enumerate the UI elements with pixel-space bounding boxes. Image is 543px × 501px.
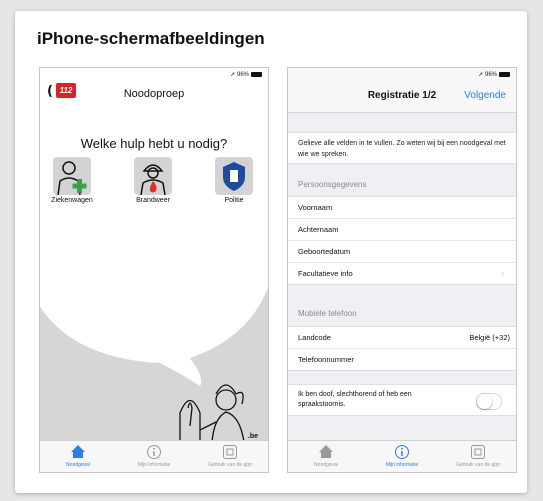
service-label: Brandweer [136,197,170,204]
deaf-option-row: Ik ben doof, slechthorend of heb een spr… [288,384,516,416]
tab-emergency[interactable]: Noodgeval [288,444,364,468]
tab-my-info[interactable]: Mijn informatie [116,444,192,468]
service-fire[interactable]: Brandweer [123,157,183,204]
tab-label: Mijn informatie [137,462,171,468]
brand-be: .be [247,433,258,440]
ambulance-person-icon [53,157,91,195]
personal-fields-group: Voornaam Achternaam Geboortedatum Facult… [288,196,516,285]
tab-app-usage[interactable]: Gebruik van de app [440,444,516,468]
row-label: Facultatieve info [298,269,353,278]
info-icon [116,444,192,461]
chevron-right-icon: › [501,268,504,278]
battery-icon [251,71,262,77]
section-header-personal: Persoonsgegevens [298,180,367,189]
service-ambulance[interactable]: Ziekenwagen [42,157,102,204]
screenshots-card: iPhone-schermafbeeldingen ➚ 96% ( 112 No… [15,11,527,493]
page-heading: iPhone-schermafbeeldingen [37,29,265,48]
service-label: Politie [224,197,244,204]
firefighter-icon [134,157,172,195]
field-first-name[interactable]: Voornaam [288,197,516,219]
tab-label: Gebruik van de app [456,462,500,468]
screen-title: Noodoproep [123,88,185,100]
status-text: ➚ 96% [230,72,249,78]
mobile-fields-group: Landcode België (+32) Telefoonnummer [288,326,516,371]
speech-bubble-illustration [40,208,268,443]
tab-label: Noodgeval [314,462,338,468]
phone-screen-emergency: ➚ 96% ( 112 Noodoproep Welke hulp hebt u… [39,67,269,473]
deaf-toggle[interactable] [476,393,502,410]
phone-usage-icon [192,444,268,461]
help-question: Welke hulp hebt u nodig? [80,136,228,151]
country-code-value: België (+32) [469,333,510,342]
field-optional-info[interactable]: Facultatieve info › [288,263,516,284]
tab-label: Mijn informatie [385,462,419,468]
status-text: ➚ 96% [478,72,497,78]
field-phone-number[interactable]: Telefoonnummer [288,349,516,370]
battery-icon [499,71,510,77]
police-badge-icon [215,157,253,195]
tab-bar: Noodgeval Mijn informatie Gebruik van de… [288,440,516,472]
tab-label: Gebruik van de app [208,462,252,468]
service-police[interactable]: Politie [204,157,264,204]
tab-bar: Noodgeval Mijn informatie Gebruik van de… [40,440,268,472]
toggle-knob [477,394,492,409]
tab-emergency[interactable]: Noodgeval [40,444,116,468]
phone-usage-icon [440,444,516,461]
field-birthdate[interactable]: Geboortedatum [288,241,516,263]
field-country-code[interactable]: Landcode België (+32) [288,327,516,349]
tab-label: Noodgeval [66,462,90,468]
house-icon [288,444,364,461]
section-header-mobile: Mobiele telefoon [298,309,357,318]
tab-my-info[interactable]: Mijn informatie [364,444,440,468]
next-button[interactable]: Volgende [464,90,506,101]
status-bar: ➚ 96% [230,71,262,78]
deaf-option-label: Ik ben doof, slechthorend of heb een spr… [298,391,412,408]
house-icon [40,444,116,461]
tab-app-usage[interactable]: Gebruik van de app [192,444,268,468]
info-icon [364,444,440,461]
status-bar: ➚ 96% [478,71,510,78]
service-label: Ziekenwagen [51,197,93,204]
row-label: Landcode [298,333,331,342]
phone-screen-registration: ➚ 96% Registratie 1/2 Volgende Gelieve a… [287,67,517,473]
illustration-area [40,208,268,448]
field-last-name[interactable]: Achternaam [288,219,516,241]
intro-text: Gelieve alle velden in te vullen. Zo wet… [288,132,516,164]
